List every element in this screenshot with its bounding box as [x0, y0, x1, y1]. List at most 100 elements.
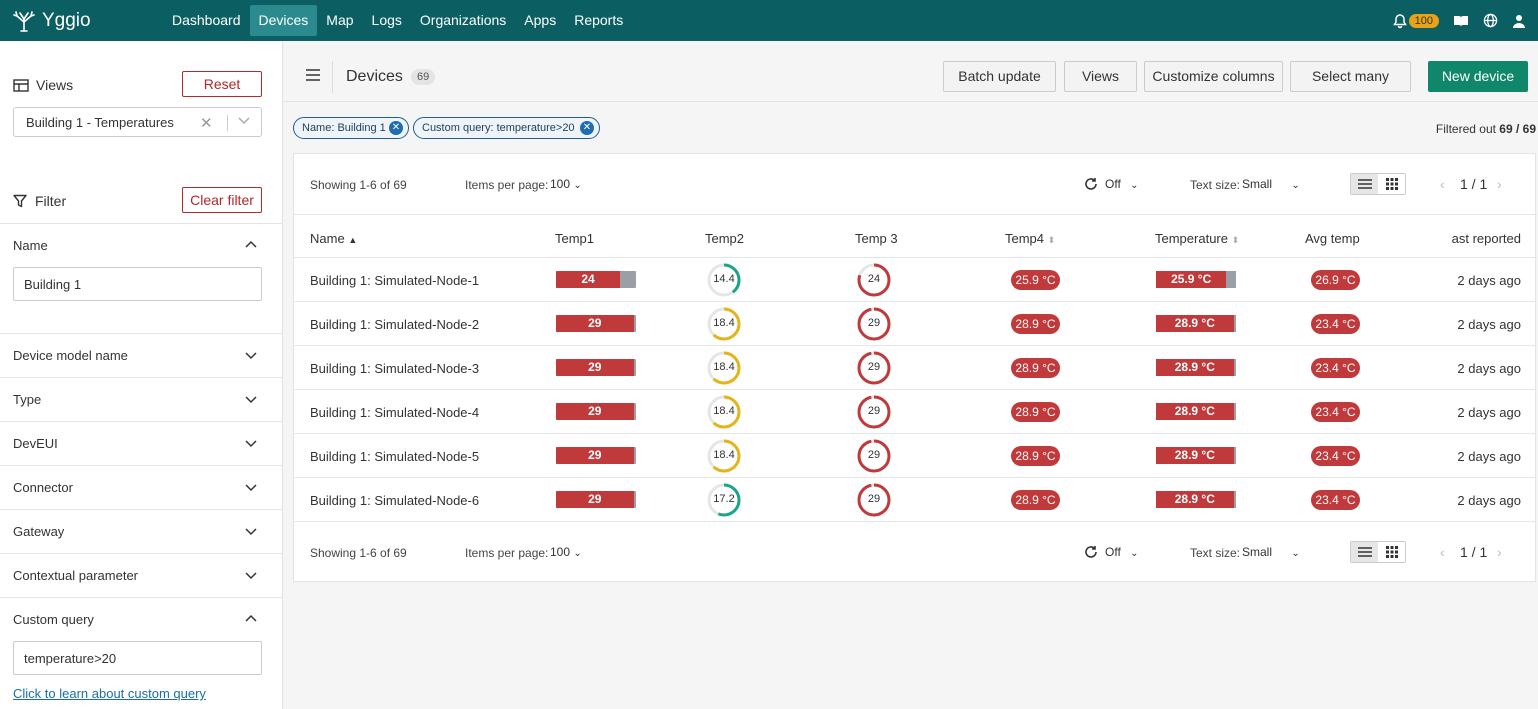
nav-dashboard[interactable]: Dashboard: [163, 5, 250, 36]
refresh-select[interactable]: Off ⌄: [1105, 545, 1139, 559]
text-size-label: Text size:: [1190, 546, 1241, 560]
refresh-icon[interactable]: [1084, 545, 1098, 559]
list-view-icon[interactable]: [1351, 174, 1378, 194]
text-size-select[interactable]: Small ⌄: [1242, 177, 1300, 191]
temperature-bar: 28.9 °C: [1156, 315, 1236, 332]
filter-name-header[interactable]: Name: [0, 223, 283, 267]
table-row[interactable]: Building 1: Simulated-Node-6 29 17.2 29 28.9…: [294, 478, 1537, 522]
filter-deveui-header[interactable]: DevEUI: [0, 421, 283, 465]
temp3-gauge: 24: [857, 263, 891, 297]
view-select[interactable]: Building 1 - Temperatures ✕: [13, 107, 262, 137]
user-icon[interactable]: [1512, 14, 1526, 28]
view-toggle: [1350, 173, 1406, 195]
col-temperature[interactable]: Temperature ⬍: [1155, 231, 1239, 246]
reset-button[interactable]: Reset: [182, 71, 262, 97]
refresh-icon[interactable]: [1084, 177, 1098, 191]
custom-query-help-link[interactable]: Click to learn about custom query: [13, 686, 206, 701]
batch-update-button[interactable]: Batch update: [943, 61, 1056, 92]
chevron-up-icon: [245, 240, 257, 248]
name-filter-input[interactable]: [13, 267, 262, 301]
items-per-page-select[interactable]: 100 ⌄: [550, 545, 582, 559]
chevron-down-icon: ⌄: [1291, 180, 1300, 191]
globe-icon[interactable]: [1483, 13, 1498, 28]
remove-chip-icon[interactable]: ✕: [389, 121, 403, 135]
device-name[interactable]: Building 1: Simulated-Node-4: [310, 405, 479, 420]
prev-page-icon[interactable]: ‹: [1440, 544, 1445, 560]
temperature-bar: 25.9 °C: [1156, 271, 1236, 288]
nav-organizations[interactable]: Organizations: [411, 5, 515, 36]
select-many-button[interactable]: Select many: [1290, 61, 1411, 92]
page-indicator: 1 / 1: [1460, 176, 1488, 192]
last-reported: 2 days ago: [1457, 273, 1521, 288]
temperature-value: 25.9 °C: [1156, 271, 1227, 288]
table-toolbar-bottom: Showing 1-6 of 69 Items per page: 100 ⌄ …: [294, 522, 1537, 582]
filter-contextual-header[interactable]: Contextual parameter: [0, 553, 283, 597]
text-size-select[interactable]: Small ⌄: [1242, 545, 1300, 559]
hamburger-icon[interactable]: [306, 69, 320, 81]
col-last-reported[interactable]: ast reported: [1452, 231, 1521, 246]
prev-page-icon[interactable]: ‹: [1440, 176, 1445, 192]
temp4-value: 28.9 °C: [1011, 446, 1060, 466]
table-row[interactable]: Building 1: Simulated-Node-5 29 18.4 29 28.9…: [294, 434, 1537, 478]
filter-type-header[interactable]: Type: [0, 377, 283, 421]
filter-connector-header[interactable]: Connector: [0, 465, 283, 509]
table-row[interactable]: Building 1: Simulated-Node-2 29 18.4 29 28.9…: [294, 302, 1537, 346]
nav-logs[interactable]: Logs: [363, 5, 411, 36]
chevron-down-icon[interactable]: [236, 112, 252, 128]
device-name[interactable]: Building 1: Simulated-Node-2: [310, 317, 479, 332]
clear-view-icon[interactable]: ✕: [200, 114, 213, 132]
table-row[interactable]: Building 1: Simulated-Node-1 24 14.4 24 25.9…: [294, 258, 1537, 302]
device-name[interactable]: Building 1: Simulated-Node-3: [310, 361, 479, 376]
col-temp3[interactable]: Temp 3: [855, 231, 898, 246]
nav-right: 100: [1392, 0, 1526, 41]
filter-device-model-header[interactable]: Device model name: [0, 333, 283, 377]
app-name: Yggio: [42, 9, 91, 31]
temp2-gauge: 14.4: [707, 263, 741, 297]
refresh-select[interactable]: Off ⌄: [1105, 177, 1139, 191]
nav-devices[interactable]: Devices: [249, 5, 318, 36]
temp1-bar: 29: [556, 359, 636, 376]
items-per-page-label: Items per page:: [465, 178, 549, 192]
items-per-page-select[interactable]: 100 ⌄: [550, 177, 582, 191]
views-button[interactable]: Views: [1064, 61, 1137, 92]
book-icon[interactable]: [1453, 14, 1469, 28]
new-device-button[interactable]: New device: [1428, 61, 1528, 92]
col-temp4[interactable]: Temp4 ⬍: [1005, 231, 1055, 246]
notifications[interactable]: 100: [1392, 13, 1439, 29]
temperature-bar: 28.9 °C: [1156, 491, 1236, 508]
temperature-value: 28.9 °C: [1156, 315, 1234, 332]
customize-columns-button[interactable]: Customize columns: [1144, 61, 1283, 92]
table-row[interactable]: Building 1: Simulated-Node-4 29 18.4 29 28.9…: [294, 390, 1537, 434]
table-header: Name ▲ Temp1 Temp2 Temp 3 Temp4 ⬍ Temper…: [294, 214, 1537, 258]
custom-query-input[interactable]: [13, 641, 262, 675]
temperature-bar: 28.9 °C: [1156, 359, 1236, 376]
app-logo[interactable]: Yggio: [12, 10, 162, 32]
nav-apps[interactable]: Apps: [515, 5, 565, 36]
table-row[interactable]: Building 1: Simulated-Node-3 29 18.4 29 28.9…: [294, 346, 1537, 390]
filter-gateway-header[interactable]: Gateway: [0, 509, 283, 553]
nav-map[interactable]: Map: [317, 5, 362, 36]
device-name[interactable]: Building 1: Simulated-Node-6: [310, 493, 479, 508]
next-page-icon[interactable]: ›: [1497, 544, 1502, 560]
list-view-icon[interactable]: [1351, 542, 1378, 562]
col-name[interactable]: Name ▲: [310, 231, 357, 246]
col-temp2[interactable]: Temp2: [705, 231, 744, 246]
filter-custom-query-header[interactable]: Custom query: [0, 597, 283, 641]
grid-view-icon[interactable]: [1378, 542, 1405, 562]
next-page-icon[interactable]: ›: [1497, 176, 1502, 192]
grid-view-icon[interactable]: [1378, 174, 1405, 194]
col-temp1[interactable]: Temp1: [555, 231, 594, 246]
table-icon: [13, 78, 29, 92]
nav-reports[interactable]: Reports: [565, 5, 632, 36]
device-name[interactable]: Building 1: Simulated-Node-1: [310, 273, 479, 288]
filter-icon: [13, 194, 27, 208]
chevron-down-icon: [245, 352, 257, 360]
chevron-down-icon: [245, 572, 257, 580]
avg-temp-value: 26.9 °C: [1311, 270, 1360, 290]
temp3-value: 29: [867, 449, 881, 461]
clear-filter-button[interactable]: Clear filter: [182, 187, 262, 213]
device-name[interactable]: Building 1: Simulated-Node-5: [310, 449, 479, 464]
header-separator: [332, 61, 333, 93]
col-avg-temp[interactable]: Avg temp: [1305, 231, 1360, 246]
remove-chip-icon[interactable]: ✕: [580, 121, 594, 135]
